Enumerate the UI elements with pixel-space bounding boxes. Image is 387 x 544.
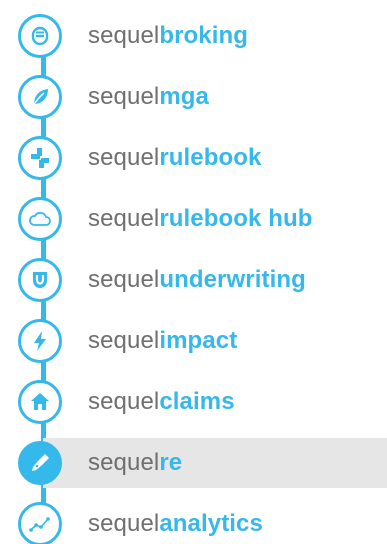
broking-icon	[18, 14, 62, 58]
shield-icon	[18, 258, 62, 302]
menu-item-rulebook[interactable]: sequelrulebook	[0, 127, 387, 188]
menu-item-label: sequelbroking	[88, 22, 249, 49]
menu-item-analytics[interactable]: sequelanalytics	[0, 493, 387, 544]
menu-item-label: sequelunderwriting	[88, 266, 306, 293]
menu-item-label: sequelrulebook hub	[88, 205, 313, 232]
product-menu: sequelbroking sequelmga sequelrulebook s…	[0, 0, 387, 544]
menu-item-label: sequelclaims	[88, 388, 235, 415]
pen-nib-icon	[18, 441, 62, 485]
menu-item-label: sequelmga	[88, 83, 209, 110]
menu-item-impact[interactable]: sequelimpact	[0, 310, 387, 371]
menu-item-claims[interactable]: sequelclaims	[0, 371, 387, 432]
menu-item-mga[interactable]: sequelmga	[0, 66, 387, 127]
menu-item-rulebook-hub[interactable]: sequelrulebook hub	[0, 188, 387, 249]
house-icon	[18, 380, 62, 424]
menu-item-label: sequelimpact	[88, 327, 238, 354]
menu-item-broking[interactable]: sequelbroking	[0, 5, 387, 66]
menu-item-label: sequelrulebook	[88, 144, 262, 171]
cloud-icon	[18, 197, 62, 241]
leaf-icon	[18, 75, 62, 119]
analytics-icon	[18, 502, 62, 544]
lightning-icon	[18, 319, 62, 363]
plus-blocks-icon	[18, 136, 62, 180]
menu-item-re[interactable]: sequelre	[0, 432, 387, 493]
menu-item-label: sequelre	[88, 449, 183, 476]
menu-item-label: sequelanalytics	[88, 510, 263, 537]
menu-item-underwriting[interactable]: sequelunderwriting	[0, 249, 387, 310]
